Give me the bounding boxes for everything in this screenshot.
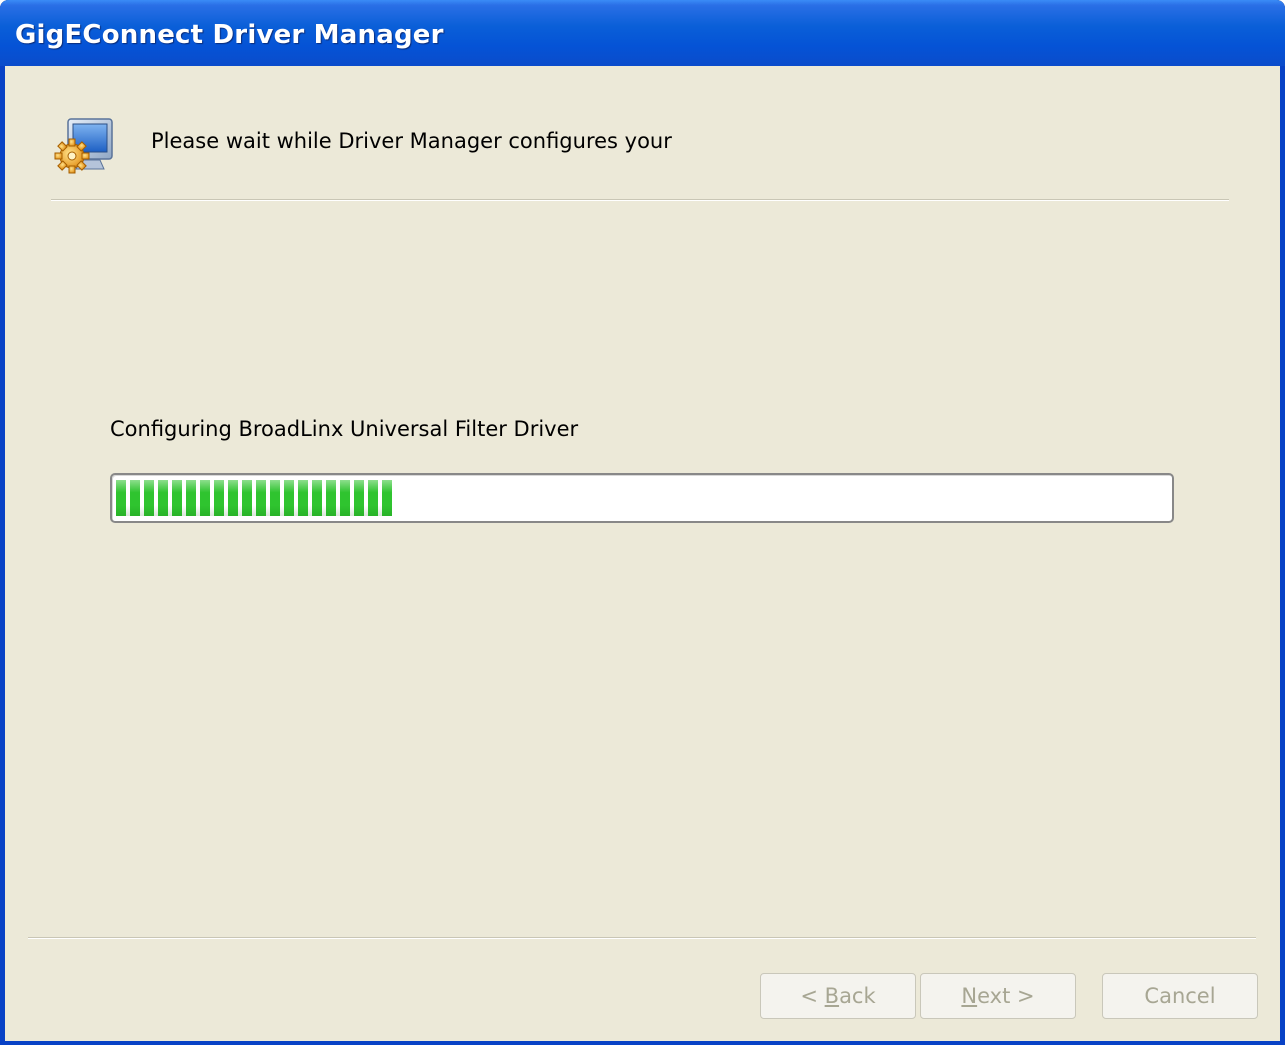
window-frame-bottom — [0, 1041, 1285, 1045]
back-button[interactable]: < Back — [760, 973, 916, 1019]
progress-bar-fill — [116, 480, 392, 516]
computer-gear-icon — [52, 114, 116, 178]
cancel-button[interactable]: Cancel — [1102, 973, 1258, 1019]
next-button[interactable]: Next > — [920, 973, 1076, 1019]
next-button-suffix: > — [1010, 984, 1035, 1008]
installer-window: GigEConnect Driver Manager Please wait w… — [0, 0, 1285, 1045]
window-title: GigEConnect Driver Manager — [15, 20, 444, 50]
back-button-prefix: < — [800, 984, 825, 1008]
title-bar[interactable]: GigEConnect Driver Manager — [0, 0, 1285, 66]
footer-divider — [28, 937, 1256, 939]
next-button-mnemonic: N — [961, 984, 978, 1008]
status-label: Configuring BroadLinx Universal Filter D… — [110, 417, 579, 441]
back-button-mnemonic: B — [824, 984, 840, 1008]
next-button-rest: ext — [977, 984, 1011, 1008]
header-message: Please wait while Driver Manager configu… — [151, 129, 672, 153]
back-button-rest: ack — [839, 984, 876, 1008]
header-divider — [51, 199, 1229, 201]
progress-bar — [110, 473, 1174, 523]
window-frame-right — [1280, 66, 1285, 1045]
dialog-body: Please wait while Driver Manager configu… — [5, 66, 1280, 1041]
